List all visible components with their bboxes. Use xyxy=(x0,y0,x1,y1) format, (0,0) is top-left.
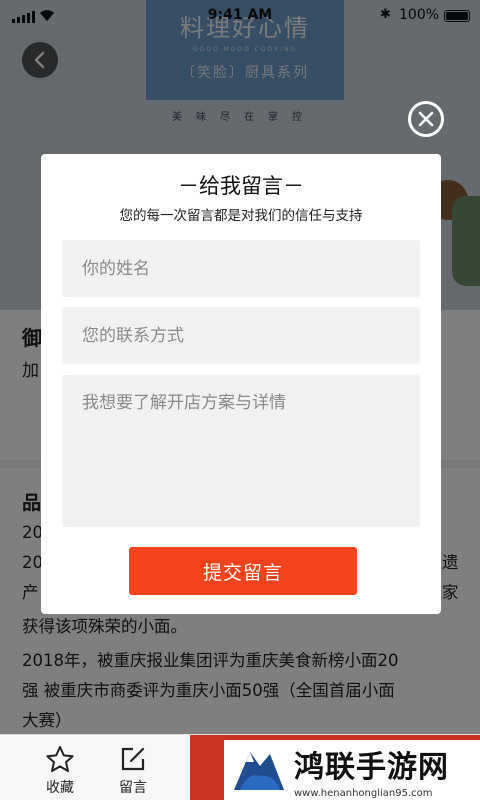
site-watermark: 鸿联手游网 www.henanhonglian95.com xyxy=(224,740,480,800)
message-dialog: －给我留言－ 您的每一次留言都是对我们的信任与支持 提交留言 xyxy=(41,154,441,614)
watermark-url: www.henanhonglian95.com xyxy=(294,787,433,799)
dialog-title: －给我留言－ xyxy=(178,174,304,198)
star-icon xyxy=(46,746,74,772)
message-textarea[interactable] xyxy=(62,375,420,527)
watermark-title: 鸿联手游网 xyxy=(294,749,449,785)
tab-favorite[interactable]: 收藏 xyxy=(37,745,83,797)
contact-input[interactable] xyxy=(62,307,420,364)
bull-logo-icon xyxy=(234,752,284,790)
edit-icon xyxy=(121,747,145,771)
submit-message-button[interactable]: 提交留言 xyxy=(129,547,357,595)
name-input[interactable] xyxy=(62,240,420,297)
tab-message-label: 留言 xyxy=(119,780,147,796)
close-icon xyxy=(418,111,434,127)
tab-favorite-label: 收藏 xyxy=(46,780,74,796)
dialog-subtitle: 您的每一次留言都是对我们的信任与支持 xyxy=(119,208,363,224)
tab-message[interactable]: 留言 xyxy=(110,745,156,797)
close-modal-button[interactable] xyxy=(408,101,444,137)
